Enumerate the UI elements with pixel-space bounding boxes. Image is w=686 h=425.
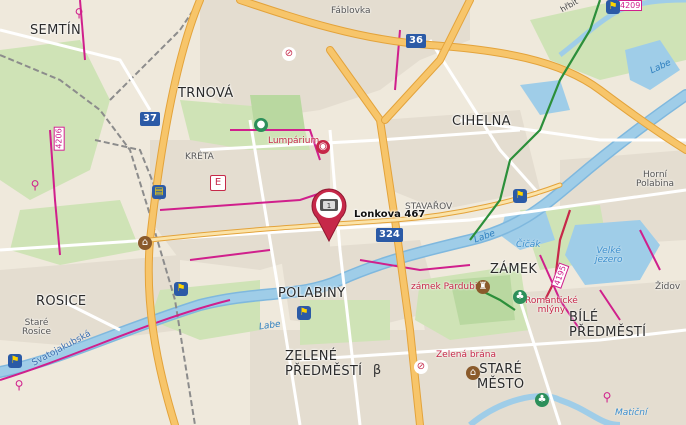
location-pin-marker: 1 — [311, 188, 347, 243]
tourist-info-icon[interactable]: ⚑ — [8, 354, 22, 368]
castle-icon[interactable]: ♜ — [476, 280, 490, 294]
place-label-horni-polabina: Horní Polabina — [636, 171, 674, 189]
district-label-stare-mesto: STARÉ MĚSTO — [477, 362, 524, 392]
svg-text:1: 1 — [327, 202, 331, 210]
district-label-bile-predmesti: BÍLÉ PŘEDMĚSTÍ — [569, 310, 646, 340]
district-label-zelene-line1: ZELENÉ — [285, 349, 338, 364]
bicycle-icon: ⚲ — [602, 390, 612, 404]
district-label-bile-line2: PŘEDMĚSTÍ — [569, 325, 647, 340]
bicycle-icon: ⚲ — [74, 6, 84, 20]
restricted-icon[interactable]: ⊘ — [282, 47, 296, 61]
cycle-route-4209: 4209 — [618, 0, 643, 11]
restricted-icon[interactable]: ⊘ — [414, 360, 428, 374]
location-pin-label: Lonkova 467 — [354, 209, 426, 220]
hotel-icon[interactable]: ▤ — [152, 185, 166, 199]
district-label-zelene-line2: PŘEDMĚSTÍ — [285, 364, 363, 379]
place-label-kreta: KRÉTA — [185, 152, 214, 162]
road-shield-36: 36 — [406, 34, 426, 48]
district-label-bile-line1: BÍLÉ — [569, 310, 599, 325]
district-label-stare-line1: STARÉ — [479, 362, 523, 377]
district-label-polabiny: POLABINY — [278, 286, 346, 301]
road-shield-37: 37 — [140, 112, 160, 126]
place-label-stare-rosice: Staré Rosice — [22, 319, 51, 337]
park-icon[interactable]: ♣ — [535, 393, 549, 407]
water-label-velke-jezero: Velké jezero — [595, 247, 623, 265]
cycle-route-4206: 4206 — [53, 126, 65, 151]
water-label-maticni: Matiční — [615, 408, 648, 418]
map-canvas[interactable]: SEMTÍN TRNOVÁ CIHELNA ZÁMEK ROSICE POLAB… — [0, 0, 686, 425]
district-label-rosice: ROSICE — [36, 294, 87, 309]
poi-label-romanticke-mlyny: Romantické mlýny — [525, 297, 578, 315]
district-label-stare-line2: MĚSTO — [477, 377, 525, 392]
tourist-info-icon[interactable]: ⚑ — [174, 282, 188, 296]
museum-icon[interactable]: ◉ — [316, 140, 330, 154]
poi-label-lumparium: Lumpárium — [268, 136, 320, 146]
district-label-trnova: TRNOVÁ — [178, 86, 234, 101]
location-pin[interactable]: 1 — [310, 186, 348, 243]
tourist-info-icon[interactable]: ⚑ — [606, 0, 620, 14]
bicycle-icon: ⚲ — [30, 178, 40, 192]
bicycle-icon: ⚲ — [14, 378, 24, 392]
water-label-cicak: Čičák — [516, 240, 541, 250]
zoo-icon[interactable]: ● — [254, 118, 268, 132]
tourist-info-icon[interactable]: ⚑ — [297, 306, 311, 320]
bar-icon[interactable]: β — [370, 364, 384, 378]
poi-label-romanticke-line2: mlýny — [537, 305, 566, 315]
museum-building-icon[interactable]: ⌂ — [138, 236, 152, 250]
tourist-info-icon[interactable]: ⚑ — [513, 189, 527, 203]
poi-label-zelena-brana: Zelená brána — [436, 350, 496, 360]
road-shield-324: 324 — [376, 228, 403, 242]
district-label-cihelna: CIHELNA — [452, 114, 511, 129]
place-label-fablovka: Fáblovka — [331, 6, 371, 16]
monument-icon[interactable]: ⌂ — [466, 366, 480, 380]
district-label-semtin: SEMTÍN — [30, 23, 81, 38]
shop-icon[interactable]: E — [210, 175, 226, 191]
district-label-zamek: ZÁMEK — [490, 262, 538, 277]
place-label-horni-line2: Polabina — [636, 179, 675, 189]
park-icon[interactable]: ♣ — [513, 290, 527, 304]
district-label-zelene-predmesti: ZELENÉ PŘEDMĚSTÍ — [285, 349, 362, 379]
place-label-stare-rosice-line2: Rosice — [22, 327, 52, 337]
water-label-velke-line2: jezero — [595, 255, 623, 265]
place-label-zidov: Židov — [655, 282, 681, 292]
